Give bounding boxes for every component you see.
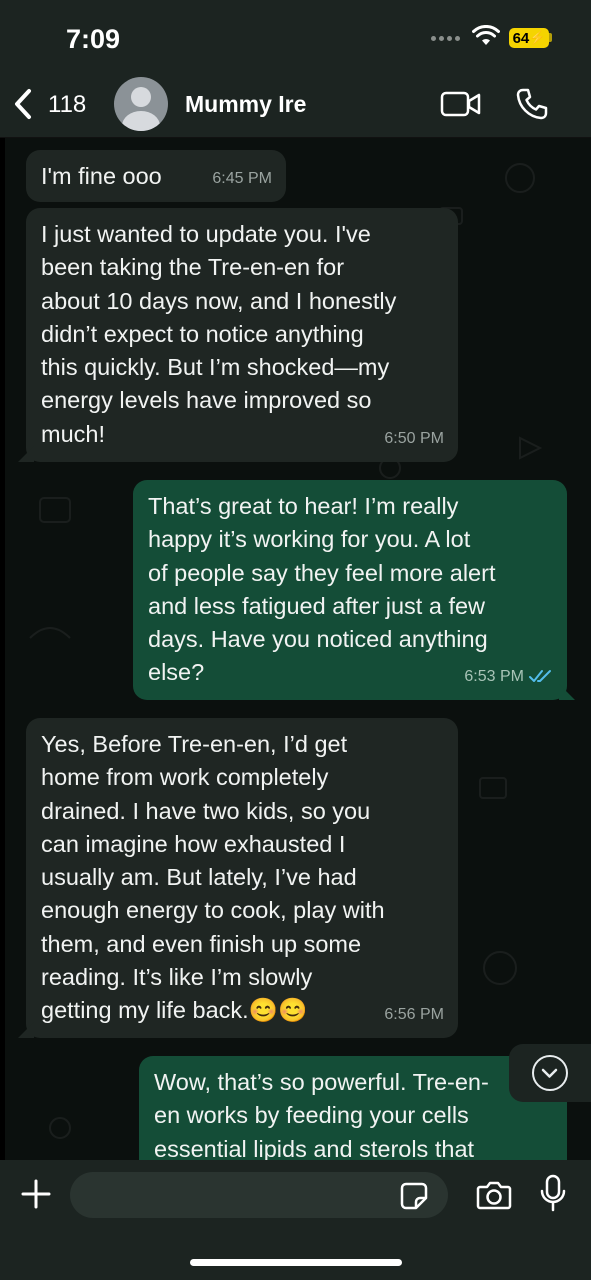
composer-bar — [0, 1160, 591, 1280]
message-input[interactable] — [70, 1172, 448, 1218]
read-ticks-icon — [529, 670, 551, 683]
message-bubble-incoming[interactable]: I just wanted to update you. I've been t… — [26, 208, 458, 462]
message-text: Yes, Before Tre-en-en, I’d get home from… — [41, 731, 385, 1024]
message-bubble-incoming[interactable]: Yes, Before Tre-en-en, I’d get home from… — [26, 718, 458, 1038]
chevron-down-icon — [532, 1055, 568, 1091]
chat-area[interactable]: I'm fine ooo 6:45 PM I just wanted to up… — [0, 138, 591, 1160]
message-time: 6:56 PM — [384, 1005, 444, 1023]
message-time: 6:53 PM — [464, 667, 524, 685]
battery-level: 64 — [512, 29, 530, 47]
plus-icon[interactable] — [20, 1178, 52, 1210]
message-bubble-incoming[interactable]: I'm fine ooo 6:45 PM — [26, 150, 286, 202]
contact-name[interactable]: Mummy Ire — [185, 91, 306, 118]
back-unread-count[interactable]: 118 — [48, 91, 86, 119]
voice-call-icon[interactable] — [515, 87, 549, 121]
message-text: I just wanted to update you. I've been t… — [41, 221, 397, 447]
message-text: Wow, that’s so powerful. Tre-en- en work… — [154, 1069, 489, 1160]
message-meta: 6:56 PM — [384, 998, 444, 1031]
wifi-icon — [472, 25, 500, 45]
status-time: 7:09 — [66, 24, 121, 54]
message-time: 6:45 PM — [212, 169, 272, 187]
microphone-icon[interactable] — [540, 1174, 566, 1212]
status-bar: 7:09 64 ⚡ — [0, 0, 591, 70]
message-meta: 6:50 PM — [384, 422, 444, 455]
avatar[interactable] — [114, 77, 168, 131]
home-indicator[interactable] — [190, 1259, 402, 1266]
message-bubble-outgoing[interactable]: That’s great to hear! I’m really happy i… — [133, 480, 567, 700]
message-time: 6:50 PM — [384, 429, 444, 447]
message-meta: 6:53 PM — [464, 660, 553, 693]
message-bubble-outgoing[interactable]: Wow, that’s so powerful. Tre-en- en work… — [139, 1056, 567, 1160]
cellular-signal-icon — [431, 36, 463, 44]
chat-edge — [0, 138, 5, 1160]
battery-indicator: 64 ⚡ — [509, 28, 549, 48]
scroll-to-bottom-button[interactable] — [509, 1044, 591, 1102]
camera-icon[interactable] — [476, 1179, 512, 1211]
chat-header: 118 Mummy Ire — [0, 70, 591, 138]
video-call-icon[interactable] — [440, 90, 482, 118]
battery-tip — [549, 33, 552, 42]
message-meta: 6:45 PM — [212, 162, 272, 195]
back-chevron-icon[interactable] — [12, 88, 34, 120]
sticker-icon[interactable] — [400, 1182, 428, 1210]
